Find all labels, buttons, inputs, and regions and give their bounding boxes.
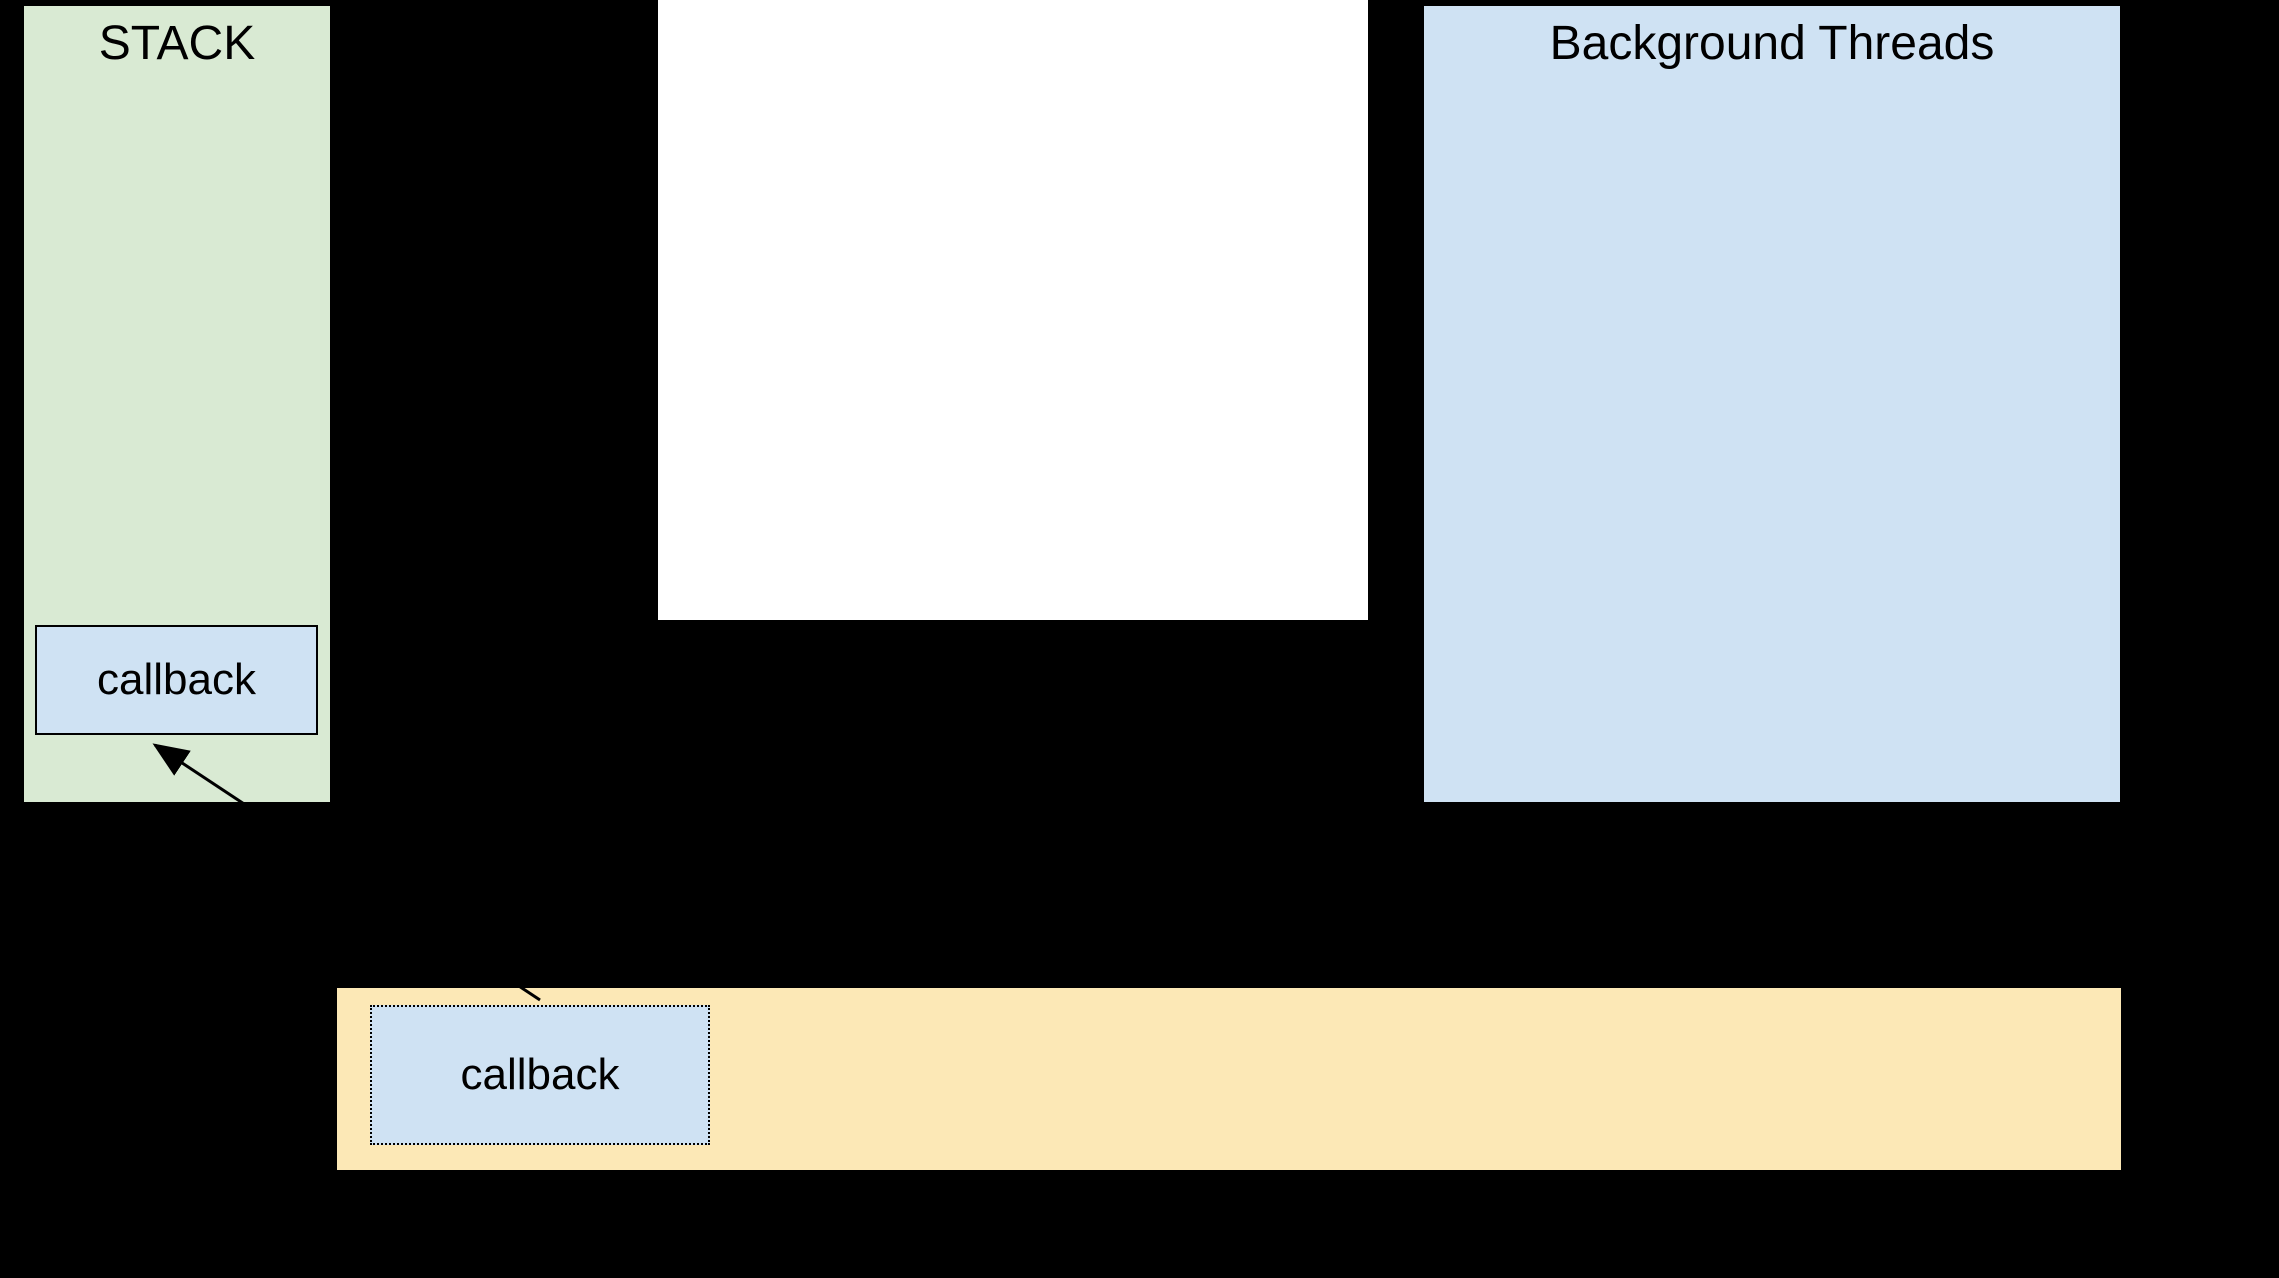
arrow-icon [0,0,2279,1278]
